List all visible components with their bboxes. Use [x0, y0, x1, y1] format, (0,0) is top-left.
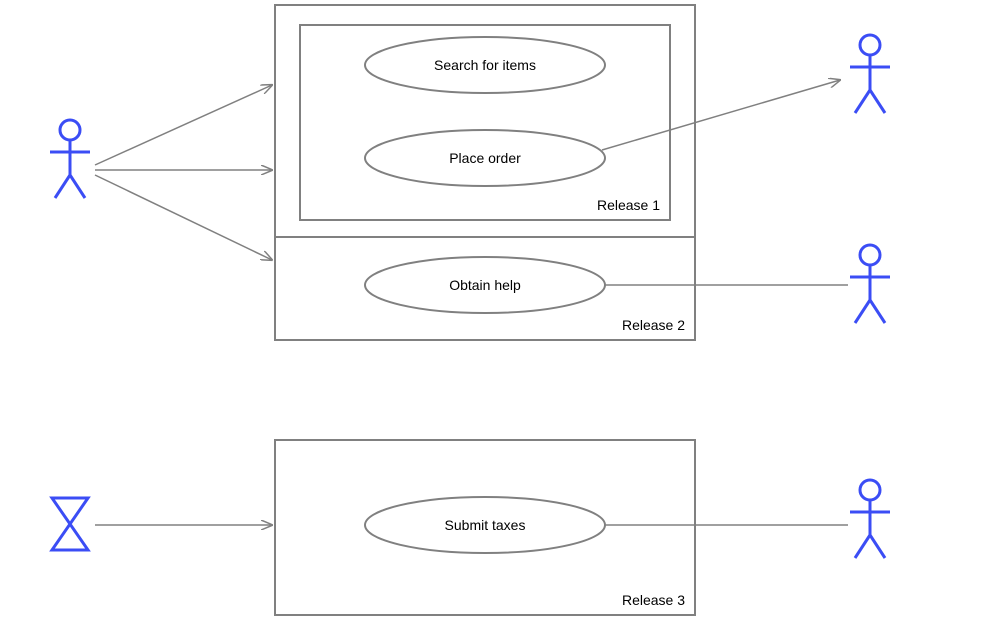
usecase-taxes: Submit taxes: [365, 497, 605, 553]
package-release3-label: Release 3: [622, 592, 685, 608]
usecase-help: Obtain help: [365, 257, 605, 313]
usecase-help-label: Obtain help: [449, 277, 521, 293]
usecase-taxes-label: Submit taxes: [445, 517, 526, 533]
usecase-search: Search for items: [365, 37, 605, 93]
actor-fulfillment-icon: [850, 35, 890, 113]
usecase-order-label: Place order: [449, 150, 521, 166]
package-release2-label: Release 2: [622, 317, 685, 333]
actor-timer-icon: [52, 498, 88, 550]
connector-customer-release1a: [95, 85, 272, 165]
usecase-order: Place order: [365, 130, 605, 186]
actor-customer-icon: [50, 120, 90, 198]
usecase-search-label: Search for items: [434, 57, 536, 73]
connector-customer-release2: [95, 175, 272, 260]
package-release1-label: Release 1: [597, 197, 660, 213]
actor-support-icon: [850, 245, 890, 323]
actor-tax-authority-icon: [850, 480, 890, 558]
